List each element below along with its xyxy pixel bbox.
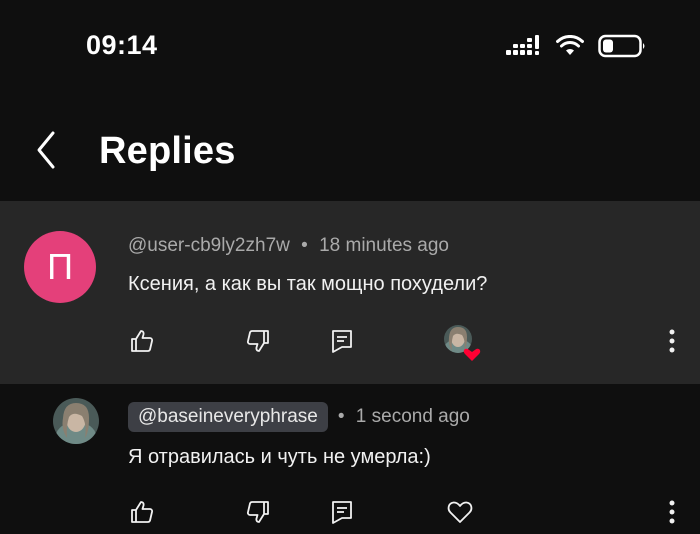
status-time: 09:14 — [86, 30, 158, 60]
reply-like-button[interactable] — [124, 496, 160, 532]
reply-more-options-button[interactable] — [654, 496, 690, 532]
heart-button[interactable] — [442, 496, 478, 532]
reply-comment: @baseineveryphrase • 1 second ago Я отра… — [0, 384, 700, 534]
meta-separator: • — [337, 406, 345, 427]
thumbs-up-icon — [129, 328, 155, 359]
comment-text: Ксения, а как вы так мощно похудели? — [128, 273, 488, 295]
page-title: Replies — [99, 130, 236, 172]
chevron-left-icon — [35, 130, 57, 175]
reply-time: 1 second ago — [355, 406, 470, 427]
comment-icon — [330, 328, 354, 359]
more-vert-icon — [669, 329, 675, 358]
reply-avatar[interactable] — [53, 398, 99, 444]
main-comment: П @user-cb9ly2zh7w • 18 minutes ago Ксен… — [0, 201, 700, 384]
avatar-letter: П — [47, 246, 73, 287]
heart-outline-icon — [446, 499, 474, 530]
header: Replies — [0, 118, 700, 194]
avatar[interactable]: П — [24, 231, 96, 303]
comment-actions — [0, 325, 700, 365]
comment-meta: @user-cb9ly2zh7w • 18 minutes ago — [128, 235, 449, 257]
meta-separator: • — [301, 235, 308, 256]
reply-dislike-button[interactable] — [240, 496, 276, 532]
wifi-icon — [556, 34, 584, 62]
dislike-button[interactable] — [240, 325, 276, 361]
reply-reply-button[interactable] — [324, 496, 360, 532]
creator-avatar-icon — [442, 325, 482, 367]
comment-author[interactable]: @user-cb9ly2zh7w — [128, 235, 290, 256]
thumbs-down-icon — [245, 328, 271, 359]
reply-text: Я отравилась и чуть не умерла:) — [128, 446, 431, 468]
status-icons — [506, 34, 648, 63]
reply-button[interactable] — [324, 325, 360, 361]
reply-meta: @baseineveryphrase • 1 second ago — [128, 402, 470, 432]
thumbs-down-icon — [245, 499, 271, 530]
reply-actions — [0, 496, 700, 534]
like-button[interactable] — [124, 325, 160, 361]
battery-icon — [598, 34, 648, 63]
more-vert-icon — [669, 500, 675, 529]
cellular-signal-icon — [506, 35, 542, 62]
comment-time: 18 minutes ago — [319, 235, 449, 256]
creator-heart — [442, 323, 482, 363]
status-bar: 09:14 — [0, 0, 700, 100]
back-button[interactable] — [28, 130, 64, 175]
reply-time-wrap: • 1 second ago — [338, 406, 470, 428]
more-options-button[interactable] — [654, 325, 690, 361]
comment-icon — [330, 499, 354, 530]
reply-author-chip[interactable]: @baseineveryphrase — [128, 402, 328, 432]
thumbs-up-icon — [129, 499, 155, 530]
